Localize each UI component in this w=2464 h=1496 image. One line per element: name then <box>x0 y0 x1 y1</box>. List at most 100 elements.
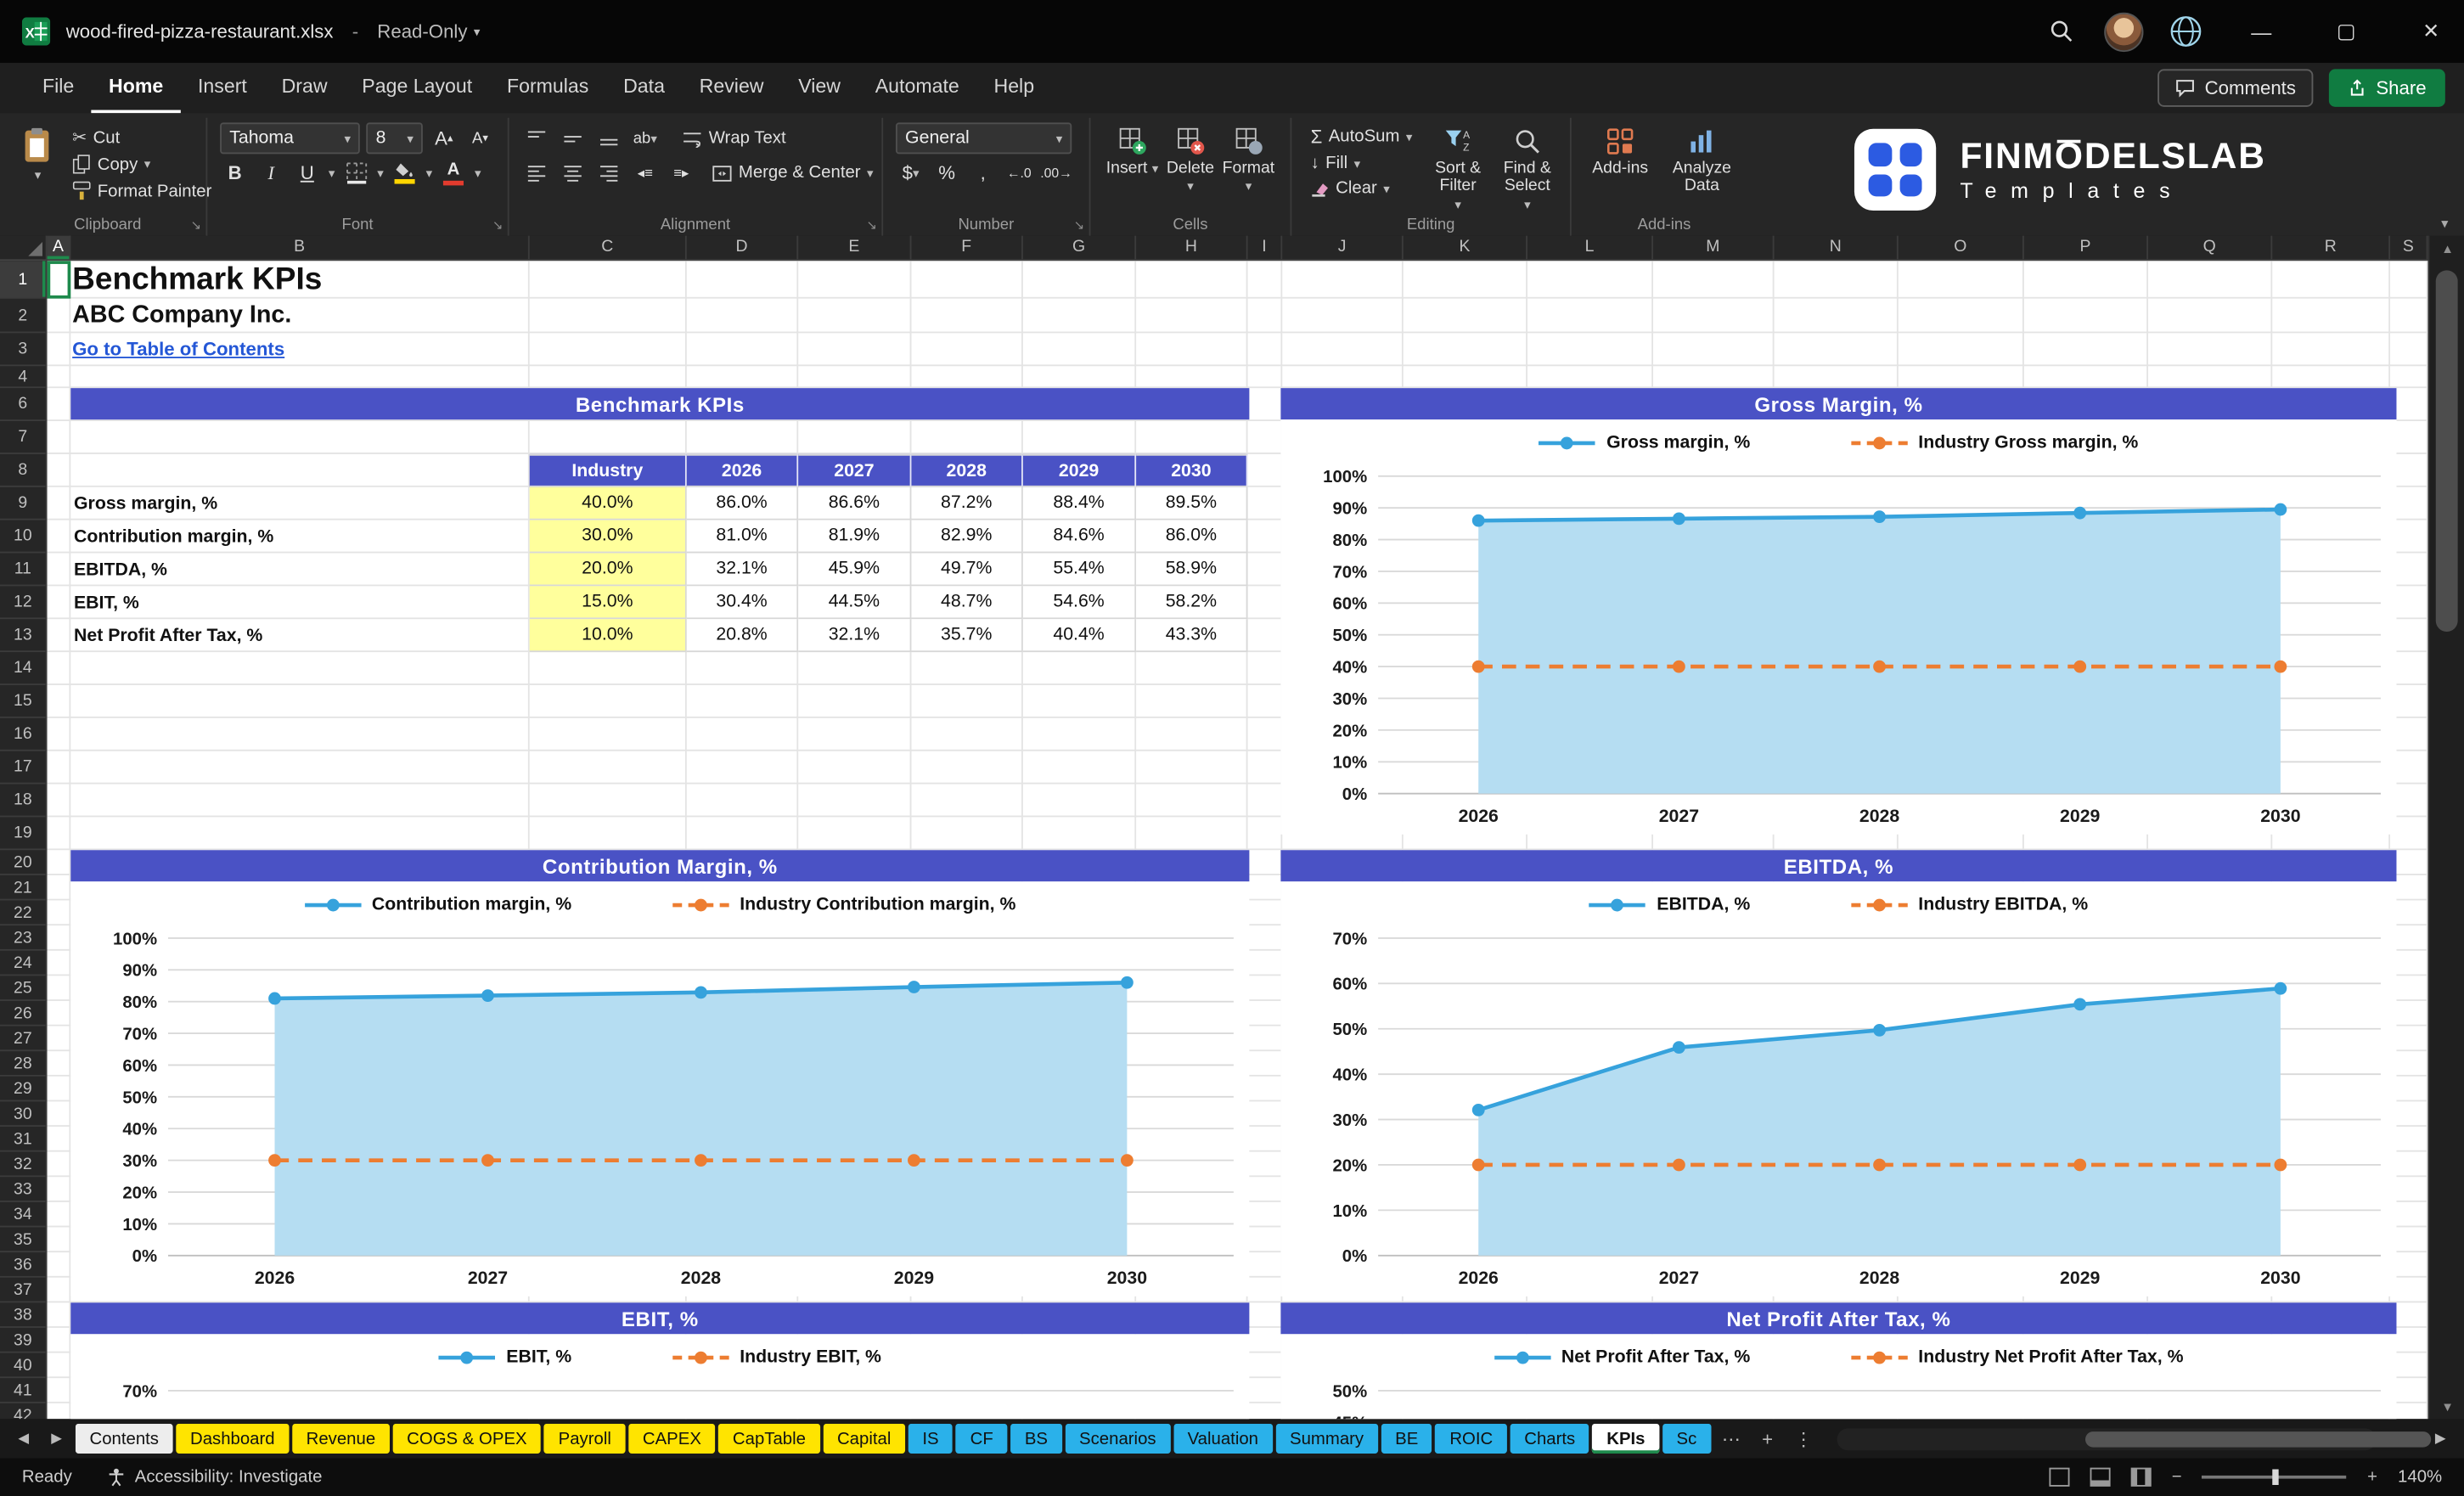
table-cell-value[interactable]: 44.5% <box>798 586 911 619</box>
column-header-o[interactable]: O <box>1899 236 2024 260</box>
row-header-11[interactable]: 11 <box>0 553 46 586</box>
column-header-e[interactable]: E <box>798 236 911 260</box>
sheet-tab-is[interactable]: IS <box>909 1424 954 1454</box>
menu-tab-draw[interactable]: Draw <box>264 63 345 113</box>
row-header-4[interactable]: 4 <box>0 366 46 388</box>
row-header-34[interactable]: 34 <box>0 1202 46 1228</box>
row-header-32[interactable]: 32 <box>0 1152 46 1178</box>
tab-scroll-right-arrow[interactable]: ▶ <box>42 1430 70 1447</box>
table-cell-value[interactable]: 40.4% <box>1023 619 1136 652</box>
table-cell-industry[interactable]: 30.0% <box>530 520 687 554</box>
table-cell-value[interactable]: 45.9% <box>798 553 911 586</box>
presence-globe-button[interactable] <box>2163 8 2210 55</box>
column-header-m[interactable]: M <box>1653 236 1775 260</box>
table-cell-value[interactable]: 58.9% <box>1136 553 1247 586</box>
analyze-data-button[interactable]: Analyze Data <box>1662 121 1741 195</box>
row-header-17[interactable]: 17 <box>0 751 46 785</box>
row-header-14[interactable]: 14 <box>0 652 46 685</box>
percent-style-button[interactable]: % <box>932 158 962 188</box>
table-row-label[interactable]: Gross margin, % <box>72 487 520 520</box>
table-cell-value[interactable]: 88.4% <box>1023 487 1136 520</box>
row-header-37[interactable]: 37 <box>0 1278 46 1303</box>
table-cell-value[interactable]: 89.5% <box>1136 487 1247 520</box>
sheet-grid[interactable]: Benchmark KPIs ABC Company Inc. Go to Ta… <box>48 261 2428 1419</box>
sort-filter-button[interactable]: A Z Sort & Filter ▾ <box>1428 121 1488 213</box>
fill-color-button[interactable] <box>390 158 419 188</box>
font-family-dropdown[interactable]: Tahoma▾ <box>220 122 360 154</box>
increase-decimal-button[interactable]: ←.0 <box>1004 158 1034 188</box>
normal-view-button[interactable] <box>2049 1468 2069 1487</box>
column-header-n[interactable]: N <box>1775 236 1899 260</box>
orientation-button[interactable]: ab▾ <box>630 123 660 153</box>
merge-center-button[interactable]: Merge & Center ▾ <box>706 162 880 184</box>
table-header-2028[interactable]: 2028 <box>911 454 1022 487</box>
table-cell-value[interactable]: 54.6% <box>1023 586 1136 619</box>
tab-options-button[interactable]: ⋮ <box>1788 1427 1820 1449</box>
column-header-f[interactable]: F <box>911 236 1022 260</box>
row-header-29[interactable]: 29 <box>0 1077 46 1102</box>
table-header-2027[interactable]: 2027 <box>798 454 911 487</box>
user-avatar[interactable] <box>2104 12 2143 51</box>
new-sheet-button[interactable]: + <box>1752 1427 1783 1449</box>
chart-gross-margin[interactable]: Gross Margin, %Gross margin, %Industry G… <box>1280 388 2396 835</box>
cut-button[interactable]: ✂ Cut <box>66 126 218 149</box>
table-cell-value[interactable]: 84.6% <box>1023 520 1136 554</box>
insert-cells-button[interactable]: Insert ▾ <box>1103 121 1161 195</box>
scroll-down-arrow[interactable]: ▼ <box>2429 1394 2464 1420</box>
menu-tab-insert[interactable]: Insert <box>181 63 265 113</box>
table-of-contents-link[interactable]: Go to Table of Contents <box>72 338 284 360</box>
sheet-tab-bs[interactable]: BS <box>1010 1424 1061 1454</box>
row-header-8[interactable]: 8 <box>0 454 46 487</box>
table-cell-value[interactable]: 86.0% <box>1136 520 1247 554</box>
row-header-31[interactable]: 31 <box>0 1127 46 1152</box>
clear-button[interactable]: Clear▾ <box>1304 177 1419 200</box>
table-cell-value[interactable]: 81.0% <box>687 520 798 554</box>
zoom-slider-thumb[interactable] <box>2271 1469 2277 1485</box>
table-cell-value[interactable]: 32.1% <box>687 553 798 586</box>
sheet-tab-contents[interactable]: Contents <box>76 1424 173 1454</box>
table-cell-value[interactable]: 35.7% <box>911 619 1022 652</box>
addins-button[interactable]: Add-ins <box>1584 121 1657 195</box>
table-cell-value[interactable]: 43.3% <box>1136 619 1247 652</box>
comments-button[interactable]: Comments <box>2157 69 2313 106</box>
table-row-label[interactable]: EBIT, % <box>72 586 520 619</box>
column-header-b[interactable]: B <box>70 236 529 260</box>
increase-font-size-button[interactable]: A▴ <box>429 123 458 153</box>
sheet-tab-capital[interactable]: Capital <box>823 1424 905 1454</box>
menu-tab-review[interactable]: Review <box>682 63 781 113</box>
column-header-h[interactable]: H <box>1136 236 1247 260</box>
table-cell-value[interactable]: 82.9% <box>911 520 1022 554</box>
sheet-tab-capex[interactable]: CAPEX <box>628 1424 715 1454</box>
table-header-2029[interactable]: 2029 <box>1023 454 1136 487</box>
sheet-tab-cf[interactable]: CF <box>956 1424 1007 1454</box>
italic-button[interactable]: I <box>256 158 286 188</box>
comma-style-button[interactable]: , <box>968 158 998 188</box>
row-header-6[interactable]: 6 <box>0 388 46 421</box>
sheet-tab-be[interactable]: BE <box>1381 1424 1432 1454</box>
table-cell-industry[interactable]: 40.0% <box>530 487 687 520</box>
sheet-tab-revenue[interactable]: Revenue <box>292 1424 390 1454</box>
chart-ebit[interactable]: EBIT, %EBIT, %Industry EBIT, %0%10%20%30… <box>70 1302 1249 1419</box>
chart-plot-area[interactable]: 0%10%20%30%40%50%60%70%80%90%100%2026202… <box>1280 467 2396 835</box>
row-header-10[interactable]: 10 <box>0 520 46 554</box>
sheet-tab-summary[interactable]: Summary <box>1275 1424 1377 1454</box>
chart-plot-area[interactable]: 0%10%20%30%40%50%60%70%80%90%100%2026202… <box>70 929 1249 1296</box>
underline-button[interactable]: U <box>292 158 322 188</box>
column-header-k[interactable]: K <box>1404 236 1527 260</box>
table-cell-value[interactable]: 20.8% <box>687 619 798 652</box>
sheet-tab-valuation[interactable]: Valuation <box>1173 1424 1273 1454</box>
decrease-indent-button[interactable]: ◂≡ <box>630 158 660 188</box>
row-header-9[interactable]: 9 <box>0 487 46 520</box>
minimize-button[interactable]: — <box>2228 0 2294 63</box>
delete-cells-button[interactable]: Delete ▾ <box>1162 121 1219 195</box>
row-header-18[interactable]: 18 <box>0 785 46 818</box>
copy-button[interactable]: Copy ▾ <box>66 153 218 177</box>
sheet-tab-scenarios[interactable]: Scenarios <box>1065 1424 1170 1454</box>
sheet-tab-charts[interactable]: Charts <box>1510 1424 1589 1454</box>
number-format-dropdown[interactable]: General▾ <box>896 122 1072 154</box>
zoom-out-button[interactable]: − <box>2172 1468 2182 1487</box>
sheet-tab-dashboard[interactable]: Dashboard <box>176 1424 289 1454</box>
row-header-26[interactable]: 26 <box>0 1001 46 1026</box>
table-cell-industry[interactable]: 20.0% <box>530 553 687 586</box>
align-left-button[interactable] <box>521 158 551 188</box>
